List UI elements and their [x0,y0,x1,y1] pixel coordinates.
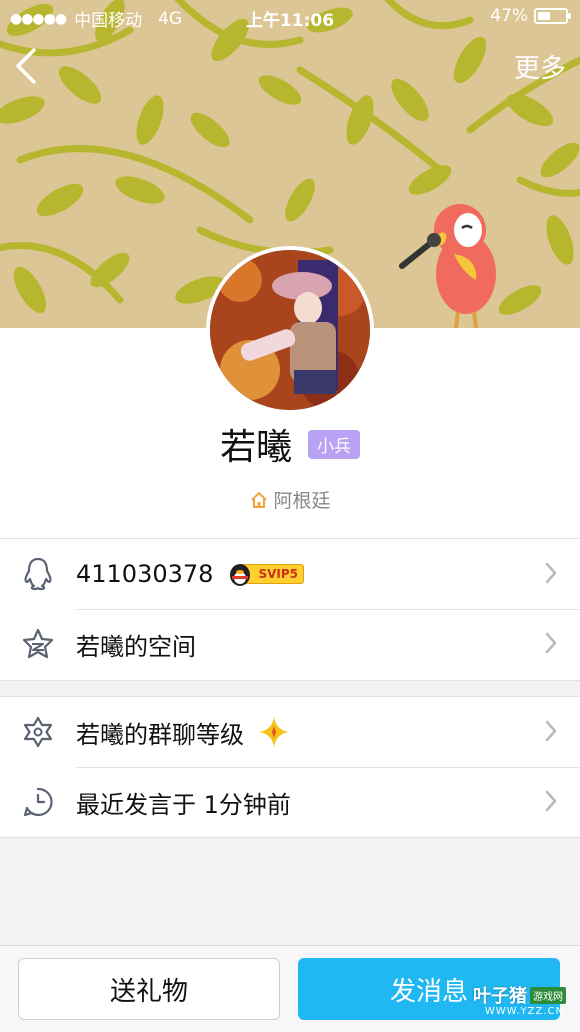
watermark-url: WWW.YZZ.CN [484,1006,564,1017]
info-list: 411030378 SVIP5 若曦的空间 [0,538,580,681]
battery-icon [534,8,571,24]
hexagram-icon [23,716,53,748]
svip-badge: SVIP5 [227,562,304,586]
list-item-qzone[interactable]: 若曦的空间 [0,609,580,679]
list-item-last-active[interactable]: 最近发言于 1分钟前 [0,767,580,837]
battery-percent: 47% [490,6,528,26]
home-icon [251,491,268,508]
send-gift-button[interactable]: 送礼物 [18,958,280,1020]
qq-number: 411030378 [76,560,214,588]
chevron-left-icon [16,48,36,84]
status-bar: ●●●●● 中国移动 4G 上午11:06 47% [0,0,580,34]
more-button[interactable]: 更多 [514,48,566,85]
level-badge: 小兵 [308,429,360,459]
chevron-right-icon [545,790,557,812]
chevron-right-icon [545,632,557,654]
star-space-icon [22,628,54,659]
last-active-label: 最近发言于 1分钟前 [76,790,291,819]
list-item-group-level[interactable]: 若曦的群聊等级 [0,697,580,767]
back-button[interactable] [8,44,44,88]
group-level-label: 若曦的群聊等级 [76,720,244,749]
profile-name: 若曦 [219,427,292,468]
group-list: 若曦的群聊等级 最近发言于 1分钟前 [0,696,580,838]
qzone-label: 若曦的空间 [76,632,196,661]
qq-penguin-icon [24,557,52,591]
group-level-badge [258,716,290,748]
battery-fill [538,12,550,20]
watermark-name: 叶子猪 [473,986,527,1007]
gold-sparkle-icon [259,717,289,747]
svip-penguin-icon [230,564,251,586]
location-text: 阿根廷 [273,490,331,512]
clock-icon [23,787,53,817]
watermark-tag: 游戏网 [530,986,566,1004]
bottom-action-bar: 送礼物 发消息 叶子猪 游戏网 WWW.YZZ.CN [0,945,580,1032]
chevron-right-icon [545,562,557,584]
site-watermark: 叶子猪 游戏网 WWW.YZZ.CN [458,982,566,1030]
parrot-mascot-icon [399,204,496,328]
location: 阿根廷 [0,486,580,513]
avatar-image [210,250,370,410]
avatar[interactable] [206,246,374,414]
profile-name-row: 若曦 小兵 [0,418,580,470]
list-item-qq-number[interactable]: 411030378 SVIP5 [0,539,580,609]
chevron-right-icon [545,720,557,742]
